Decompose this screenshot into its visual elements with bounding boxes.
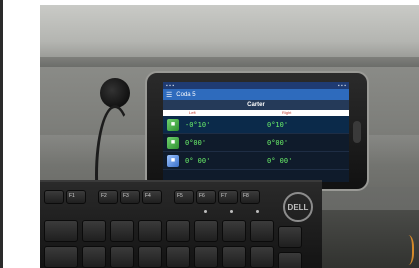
keyboard-key (110, 220, 134, 242)
right-value: 0°00' (267, 138, 289, 147)
left-value: 0° 00' (185, 156, 211, 165)
back-wall (40, 5, 419, 57)
keyboard-key (138, 246, 162, 268)
keyboard-key: F5 (174, 190, 194, 204)
cable-connector-knob (100, 78, 130, 108)
left-dark-strip (0, 0, 3, 268)
left-value: -0°10' (185, 120, 211, 129)
left-value: 0°00' (185, 138, 207, 147)
status-icons-left: ▪ ▪ ▪ (166, 82, 175, 89)
dell-logo: DELL (283, 192, 313, 222)
column-header-right: Right (282, 110, 292, 115)
keyboard-key (82, 220, 106, 242)
keyboard-key (222, 220, 246, 242)
keyboard-key (44, 190, 64, 204)
keyboard-led (256, 210, 259, 213)
menu-icon[interactable]: ☰ (166, 91, 172, 99)
keyboard-key (194, 220, 218, 242)
keyboard-key (44, 220, 78, 242)
app-bar-title: Coda 5 (176, 91, 196, 98)
table-row[interactable]: ■ 0°00' 0°00' (163, 134, 349, 152)
readings-table: Left Right ■ -0°10' 0°10' ■ 0°00' 0°00' … (163, 110, 349, 170)
table-header: Left Right (163, 110, 349, 116)
smartphone: ▪ ▪ ▪ ▪ ▪ ▪ ☰ Coda 5 Carter Left Right ■… (145, 71, 369, 191)
status-bar: ▪ ▪ ▪ ▪ ▪ ▪ (163, 82, 349, 89)
column-header-left: Left (189, 110, 196, 115)
keyboard-key: F2 (98, 190, 118, 204)
keyboard-key (278, 252, 302, 268)
app-bar: ☰ Coda 5 (163, 89, 349, 100)
table-row[interactable]: ■ -0°10' 0°10' (163, 116, 349, 134)
keyboard-key: F3 (120, 190, 140, 204)
keyboard: F1 F2 F3 F4 F5 F6 F7 F8 DELL (40, 180, 322, 268)
photo: ▪ ▪ ▪ ▪ ▪ ▪ ☰ Coda 5 Carter Left Right ■… (40, 5, 419, 268)
green-square-icon: ■ (167, 136, 179, 149)
keyboard-key (250, 220, 274, 242)
right-value: 0°10' (267, 120, 289, 129)
table-row[interactable]: ■ 0° 00' 0° 00' (163, 152, 349, 170)
keyboard-key: F6 (196, 190, 216, 204)
keyboard-key (82, 246, 106, 268)
orange-cable (400, 235, 414, 265)
green-square-icon: ■ (167, 118, 179, 131)
keyboard-key (138, 220, 162, 242)
screen-title-bar: Carter (163, 100, 349, 110)
screen-title: Carter (247, 102, 265, 108)
keyboard-key (44, 246, 78, 268)
keyboard-key (194, 246, 218, 268)
keyboard-key: F1 (66, 190, 86, 204)
right-value: 0° 00' (267, 156, 293, 165)
ledge (40, 57, 419, 67)
blue-square-icon: ■ (167, 154, 179, 167)
keyboard-key: F8 (240, 190, 260, 204)
keyboard-key (166, 246, 190, 268)
left-border (0, 0, 40, 268)
keyboard-key (250, 246, 274, 268)
status-icons-right: ▪ ▪ ▪ (337, 82, 346, 89)
keyboard-key (278, 226, 302, 248)
keyboard-led (204, 210, 207, 213)
keyboard-key: F4 (142, 190, 162, 204)
keyboard-led (230, 210, 233, 213)
keyboard-key: F7 (218, 190, 238, 204)
phone-screen: ▪ ▪ ▪ ▪ ▪ ▪ ☰ Coda 5 Carter Left Right ■… (163, 82, 349, 182)
keyboard-key (110, 246, 134, 268)
phone-home-button (353, 121, 361, 143)
keyboard-key (222, 246, 246, 268)
keyboard-key (166, 220, 190, 242)
